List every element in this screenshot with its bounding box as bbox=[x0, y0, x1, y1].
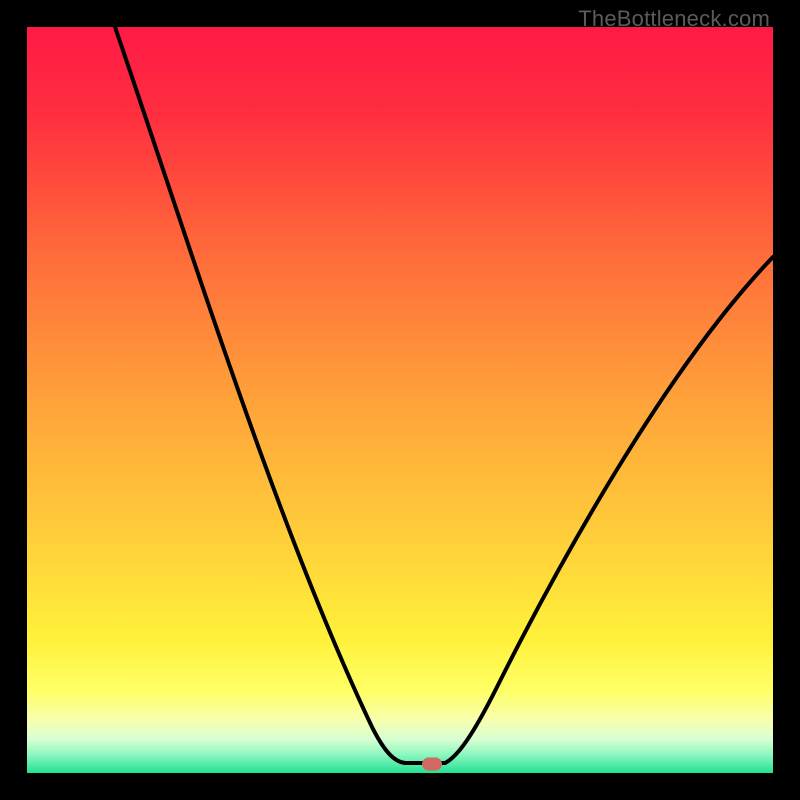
chart-frame: TheBottleneck.com bbox=[0, 0, 800, 800]
optimal-point-marker bbox=[422, 758, 442, 771]
bottleneck-curve bbox=[27, 27, 773, 773]
plot-area bbox=[27, 27, 773, 773]
